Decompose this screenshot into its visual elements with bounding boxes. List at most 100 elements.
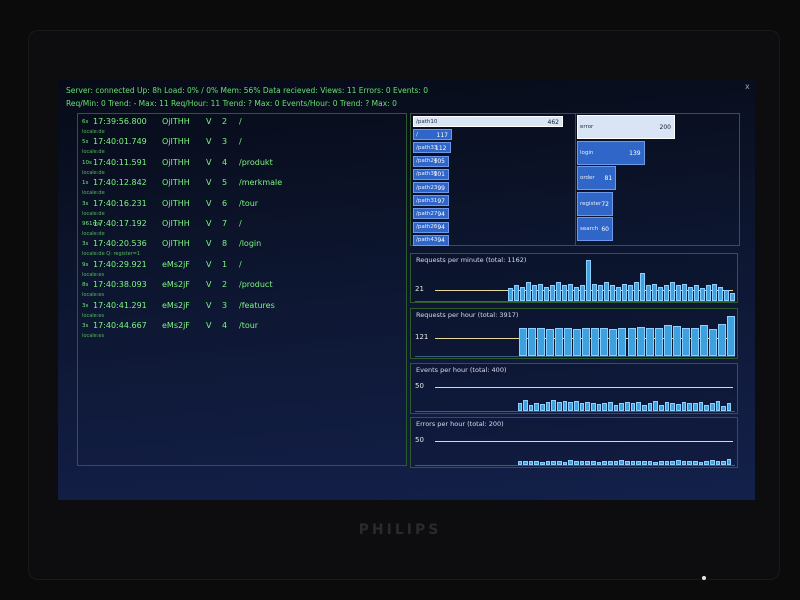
chart-bar bbox=[641, 404, 647, 411]
log-type: V bbox=[206, 259, 212, 269]
chart-bar bbox=[557, 461, 562, 465]
chart-bar bbox=[573, 286, 579, 301]
log-seq: 7 bbox=[222, 219, 228, 228]
chart-bar bbox=[585, 461, 591, 465]
chart-bar bbox=[625, 402, 630, 411]
log-time: 17:40:11.591 bbox=[93, 157, 147, 167]
log-session: OjITHH bbox=[162, 157, 190, 167]
log-row[interactable]: 3s 17:40:20.536 OjITHH V 8/login locale:de Q:… bbox=[78, 239, 408, 259]
log-seq: 4 bbox=[222, 157, 228, 167]
log-type: V bbox=[206, 219, 212, 228]
log-path: /produkt bbox=[239, 157, 273, 167]
chart-ref-value: 121 bbox=[415, 333, 429, 341]
log-row[interactable]: 961ms 17:40:17.192 OjITHH V 7/locale:de bbox=[78, 219, 408, 239]
log-duration: 10s bbox=[82, 159, 92, 166]
log-type: V bbox=[206, 300, 212, 310]
chart-bar bbox=[585, 401, 591, 411]
chart-bar bbox=[715, 461, 721, 465]
log-time: 17:40:17.192 bbox=[93, 219, 147, 228]
log-path: / bbox=[239, 117, 242, 126]
paths-bar[interactable]: /path33 112 bbox=[413, 142, 451, 154]
chart-bar bbox=[709, 403, 715, 411]
paths-bar[interactable]: /path26 94 bbox=[413, 221, 449, 233]
chart-bar bbox=[600, 328, 609, 356]
chart-bar bbox=[619, 459, 624, 465]
log-type: V bbox=[206, 157, 212, 167]
chart-bar bbox=[670, 460, 675, 465]
log-row[interactable]: 5s 17:40:01.749 OjITHH V 3 / locale:de bbox=[78, 137, 408, 157]
chart-bar bbox=[517, 461, 523, 465]
paths-bar[interactable]: /path30 101 bbox=[413, 168, 449, 180]
chart-bar bbox=[698, 461, 704, 465]
paths-bar[interactable]: /path31 97 bbox=[413, 195, 449, 207]
log-row[interactable]: 3s 17:40:41.291 eMs2jF V 3/features locale:es bbox=[78, 301, 408, 321]
chart-bar bbox=[557, 402, 562, 411]
log-time: 17:40:01.749 bbox=[93, 137, 147, 147]
chart-bar bbox=[597, 285, 603, 301]
log-meta: locale:de bbox=[82, 210, 105, 217]
log-path: /merkmale bbox=[239, 178, 283, 188]
chart-bar bbox=[603, 282, 609, 301]
chart-bar bbox=[517, 403, 523, 411]
paths-bar[interactable]: /path23 99 bbox=[413, 182, 449, 193]
log-meta: locale:es bbox=[82, 271, 105, 278]
chart-bar bbox=[534, 403, 540, 411]
paths-bar[interactable]: /path27 94 bbox=[413, 208, 449, 220]
paths-bar[interactable]: /path24 105 bbox=[413, 155, 449, 167]
paths-value: 117 bbox=[436, 131, 448, 139]
chart-bar bbox=[672, 326, 681, 356]
log-row[interactable]: 9s 17:40:29.921 eMs2jF V 1 / locale:es bbox=[78, 260, 408, 280]
chart-bar bbox=[645, 285, 651, 301]
chart-bar bbox=[518, 328, 527, 356]
log-path: / bbox=[239, 259, 242, 269]
chart-bar bbox=[636, 402, 641, 411]
paths-bar[interactable]: /path10 462 bbox=[413, 116, 563, 127]
chart-bar bbox=[582, 328, 591, 356]
chart-bar bbox=[704, 460, 709, 465]
chart-bar bbox=[681, 283, 687, 301]
top-errors-frame bbox=[575, 113, 740, 246]
close-icon[interactable]: x bbox=[745, 82, 750, 91]
chart-bar bbox=[653, 400, 658, 411]
chart-bar bbox=[534, 460, 540, 465]
chart-bar bbox=[579, 460, 585, 465]
chart-bar bbox=[670, 403, 675, 411]
chart-bar bbox=[555, 282, 561, 301]
chart-bar bbox=[551, 399, 557, 411]
log-seq: 3 bbox=[222, 300, 228, 310]
chart-bar bbox=[669, 282, 675, 301]
chart-bar bbox=[591, 403, 596, 411]
log-time: 17:40:16.231 bbox=[93, 198, 147, 208]
chart-bar bbox=[554, 327, 563, 356]
paths-bar[interactable]: /path43 94 bbox=[413, 234, 449, 246]
chart-bar bbox=[602, 403, 608, 411]
log-row[interactable]: 10s 17:40:11.591 OjITHH V 4/produkt locale:de bbox=[78, 158, 408, 178]
log-row[interactable]: 3s 17:40:44.667 eMs2jF V 4/tour locale:es bbox=[78, 321, 408, 341]
chart-bar bbox=[568, 459, 574, 465]
log-meta: locale:de Q: register=1 bbox=[82, 251, 141, 258]
chart-plot bbox=[517, 370, 732, 411]
chart-panel: Requests per hour (total: 3917) 121 bbox=[410, 308, 738, 359]
log-row[interactable]: 3s 17:40:16.231 OjITHH V 6/tour locale:de bbox=[78, 199, 408, 219]
paths-bar[interactable]: / 117 bbox=[413, 129, 452, 141]
log-seq: 8 bbox=[222, 239, 228, 249]
log-session: OjITHH bbox=[162, 178, 190, 188]
log-row[interactable]: 6s 17:39:56.800 OjITHH V 2 / locale:de bbox=[78, 117, 408, 137]
chart-bar bbox=[574, 400, 579, 411]
log-seq: 1 bbox=[222, 259, 228, 269]
chart-bar bbox=[613, 460, 619, 465]
log-type: V bbox=[206, 117, 212, 126]
chart-bar bbox=[636, 327, 645, 356]
chart-bar bbox=[579, 403, 585, 411]
log-row[interactable]: 8s 17:40:38.093 eMs2jF V 2/product locale:es bbox=[78, 280, 408, 300]
log-seq: 2 bbox=[222, 117, 228, 126]
chart-bar bbox=[513, 285, 519, 301]
log-duration: 8s bbox=[82, 282, 89, 289]
chart-bar bbox=[658, 404, 664, 411]
log-row[interactable]: 1s 17:40:12.842 OjITHH V 5/merkmale locale:de bbox=[78, 178, 408, 198]
log-duration: 1s bbox=[82, 180, 89, 187]
request-log-panel[interactable]: 6s 17:39:56.800 OjITHH V 2/locale:de 5s 17:40:… bbox=[77, 113, 407, 466]
chart-bar bbox=[630, 403, 636, 411]
log-duration: 3s bbox=[82, 200, 89, 207]
chart-bar bbox=[536, 328, 545, 356]
